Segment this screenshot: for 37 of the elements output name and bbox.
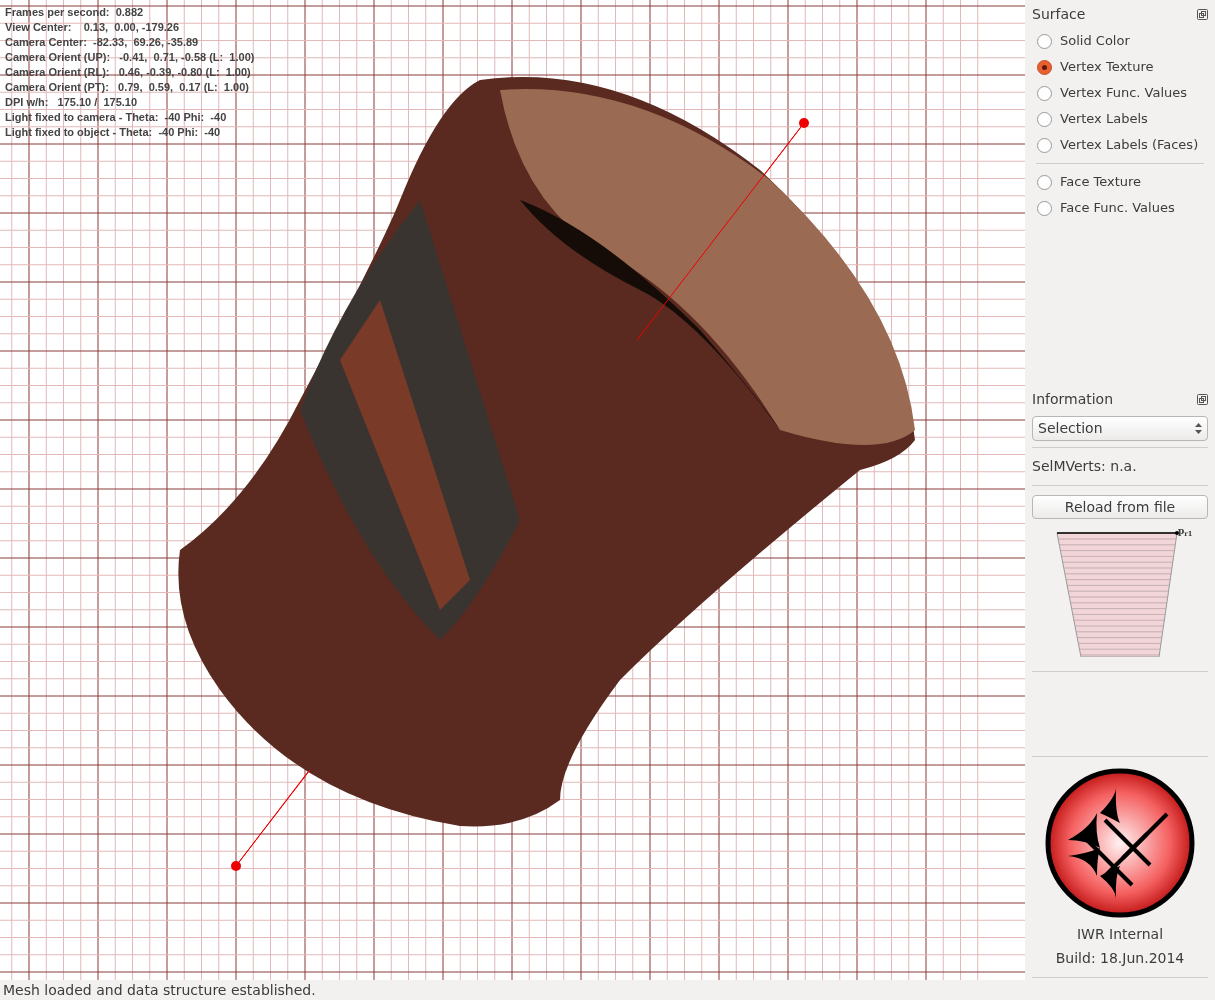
build-date: Build: 18.Jun.2014 [1055,949,1185,968]
overlay-text: Camera Orient (UP): -0.41, 0.71, -0.58 (L: 1.00) [5,50,255,65]
radio-option[interactable]: Vertex Labels (Faces) [1025,132,1211,158]
panel-title: Surface [1032,4,1086,24]
overlay-text: Light fixed to object - Theta: -40 Phi: -40 [5,125,222,140]
selection-dropdown[interactable]: Selection [1032,416,1208,441]
radio-button[interactable] [1037,33,1052,49]
radio-option[interactable]: Face Texture [1025,169,1154,195]
radio-option[interactable]: Face Func. Values [1025,195,1187,221]
app-name: IWR Internal [1076,925,1164,944]
overlay-text: Frames per second: 0.882 [5,5,145,20]
overlay-text: Camera Orient (RL): 0.46, -0.39, -0.80 (L: 1.00) [5,65,252,80]
radio-option[interactable]: Vertex Func. Values [1025,80,1200,106]
radio-button[interactable] [1037,111,1052,127]
float-panel-icon[interactable] [1197,393,1208,405]
overlay-text: Light fixed to camera - Theta: -40 Phi: -40 [5,110,228,125]
spinner-arrows-icon [1195,423,1202,434]
status-text: Mesh loaded and data structure established. [3,980,316,1000]
radio-button[interactable] [1037,200,1052,216]
reload-button[interactable]: Reload from file [1032,495,1208,519]
logo-icon [1045,768,1195,918]
panel-title: Information [1032,389,1114,409]
radio-option[interactable]: Vertex Labels [1025,106,1160,132]
overlay-text: Camera Orient (PT): 0.79, 0.59, 0.17 (L: 1.00) [5,80,250,95]
point-label: p$_{r1}$ [1178,525,1193,539]
overlay-text: Camera Center: -82.33, 69.26, -35.89 [5,35,200,50]
radio-button[interactable] [1037,137,1052,153]
radio-option[interactable]: Solid Color [1025,28,1142,54]
radio-button[interactable] [1037,85,1052,101]
info-text: SelMVerts: n.a. [1031,457,1138,476]
overlay-text: DPI w/h: 175.10 / 175.10 [5,95,139,110]
float-panel-icon[interactable] [1197,8,1208,20]
radio-option[interactable]: Vertex Texture [1025,54,1166,80]
overlay-text: View Center: 0.13, 0.00, -179.26 [5,20,181,35]
3d-viewport[interactable] [0,0,1025,980]
radio-button[interactable] [1037,174,1052,190]
radio-button[interactable] [1037,59,1052,75]
